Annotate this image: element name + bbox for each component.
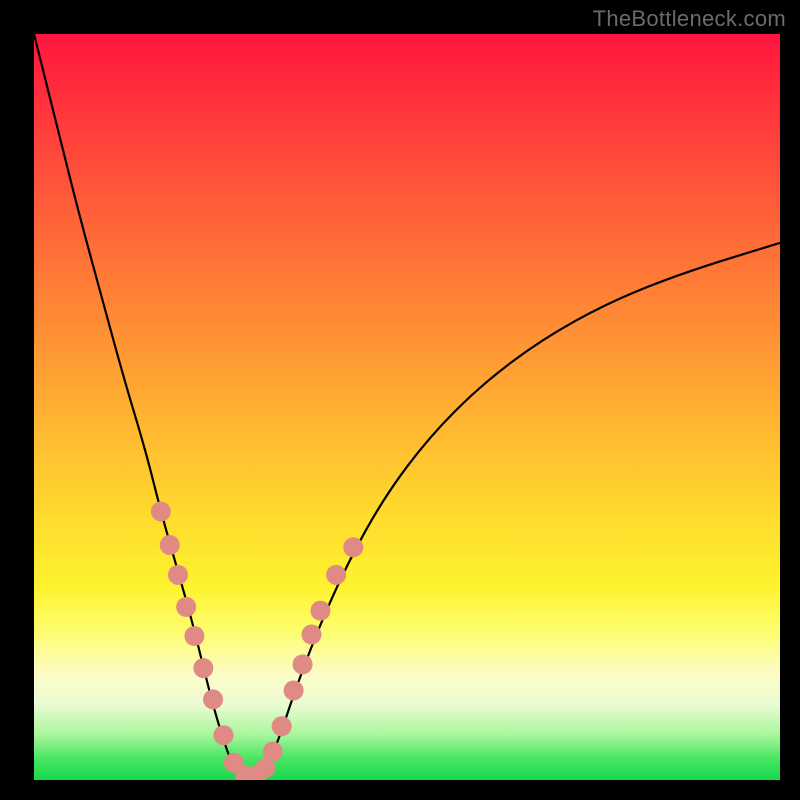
curve-layer <box>34 34 780 776</box>
data-point <box>203 689 223 709</box>
data-point <box>213 725 233 745</box>
data-point <box>326 565 346 585</box>
bottleneck-curve <box>34 34 780 776</box>
data-point <box>160 535 180 555</box>
chart-frame: TheBottleneck.com <box>0 0 800 800</box>
data-point <box>343 537 363 557</box>
data-point <box>184 626 204 646</box>
data-point <box>272 716 292 736</box>
data-point <box>151 501 171 521</box>
data-point <box>168 565 188 585</box>
scatter-layer <box>151 501 363 780</box>
data-point <box>302 625 322 645</box>
watermark-text: TheBottleneck.com <box>593 6 786 32</box>
data-point <box>310 601 330 621</box>
data-point <box>284 680 304 700</box>
data-point <box>293 654 313 674</box>
chart-svg <box>34 34 780 780</box>
data-point <box>176 597 196 617</box>
data-point <box>193 658 213 678</box>
data-point <box>263 742 283 762</box>
plot-area <box>34 34 780 780</box>
